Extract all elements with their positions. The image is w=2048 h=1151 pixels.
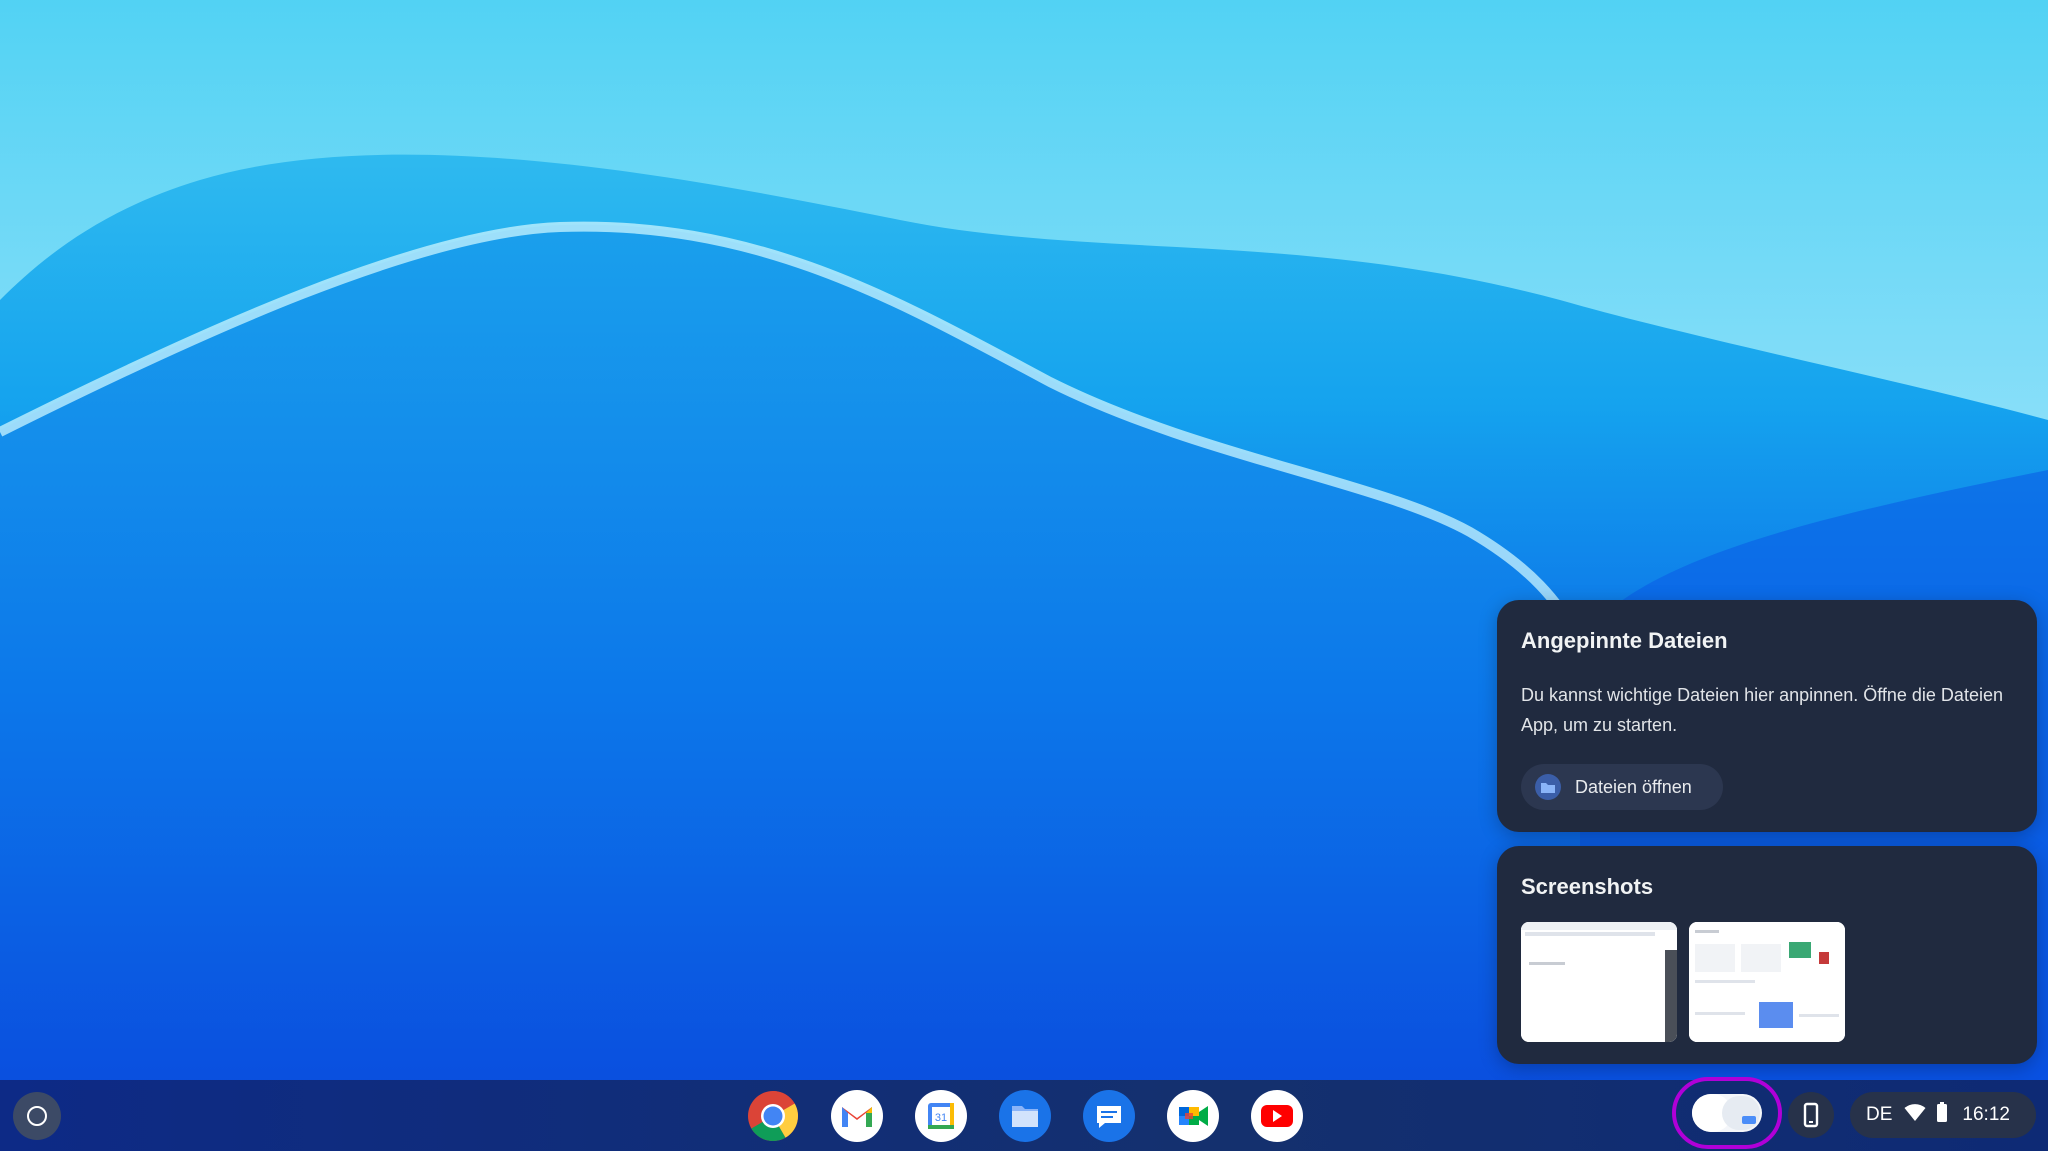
files-app-icon[interactable] <box>999 1090 1051 1142</box>
open-files-label: Dateien öffnen <box>1575 776 1692 797</box>
open-files-button[interactable]: Dateien öffnen <box>1521 764 1723 810</box>
clock: 16:12 <box>1962 1104 2010 1125</box>
screenshots-title: Screenshots <box>1521 874 1654 899</box>
pinned-files-title: Angepinnte Dateien <box>1521 628 1728 653</box>
launcher-icon <box>27 1106 47 1126</box>
phone-hub-button[interactable] <box>1788 1092 1834 1138</box>
messages-app-icon[interactable] <box>1083 1090 1135 1142</box>
status-area-button[interactable]: DE 16:12 <box>1850 1092 2036 1138</box>
screenshot-thumbnail[interactable] <box>1689 922 1845 1042</box>
chrome-app-icon[interactable] <box>747 1090 799 1142</box>
holding-space-preview <box>1692 1094 1762 1132</box>
pinned-files-panel: Angepinnte Dateien Du kannst wichtige Da… <box>1497 600 2037 832</box>
folder-icon <box>1535 774 1561 800</box>
meet-app-icon[interactable] <box>1167 1090 1219 1142</box>
screenshot-thumbnail[interactable] <box>1521 922 1677 1042</box>
launcher-button[interactable] <box>13 1092 61 1140</box>
wifi-icon <box>1904 1102 1926 1128</box>
phone-icon <box>1803 1102 1819 1128</box>
screenshots-panel: Screenshots <box>1497 846 2037 1064</box>
keyboard-layout-indicator: DE <box>1866 1104 1893 1125</box>
svg-text:31: 31 <box>935 1112 947 1124</box>
pinned-files-description: Du kannst wichtige Dateien hier anpinnen… <box>1521 685 2003 735</box>
youtube-app-icon[interactable] <box>1251 1090 1303 1142</box>
battery-icon <box>1936 1102 1948 1128</box>
calendar-app-icon[interactable]: 31 <box>915 1090 967 1142</box>
holding-space-tray-button[interactable] <box>1672 1077 1782 1149</box>
gmail-app-icon[interactable] <box>831 1090 883 1142</box>
